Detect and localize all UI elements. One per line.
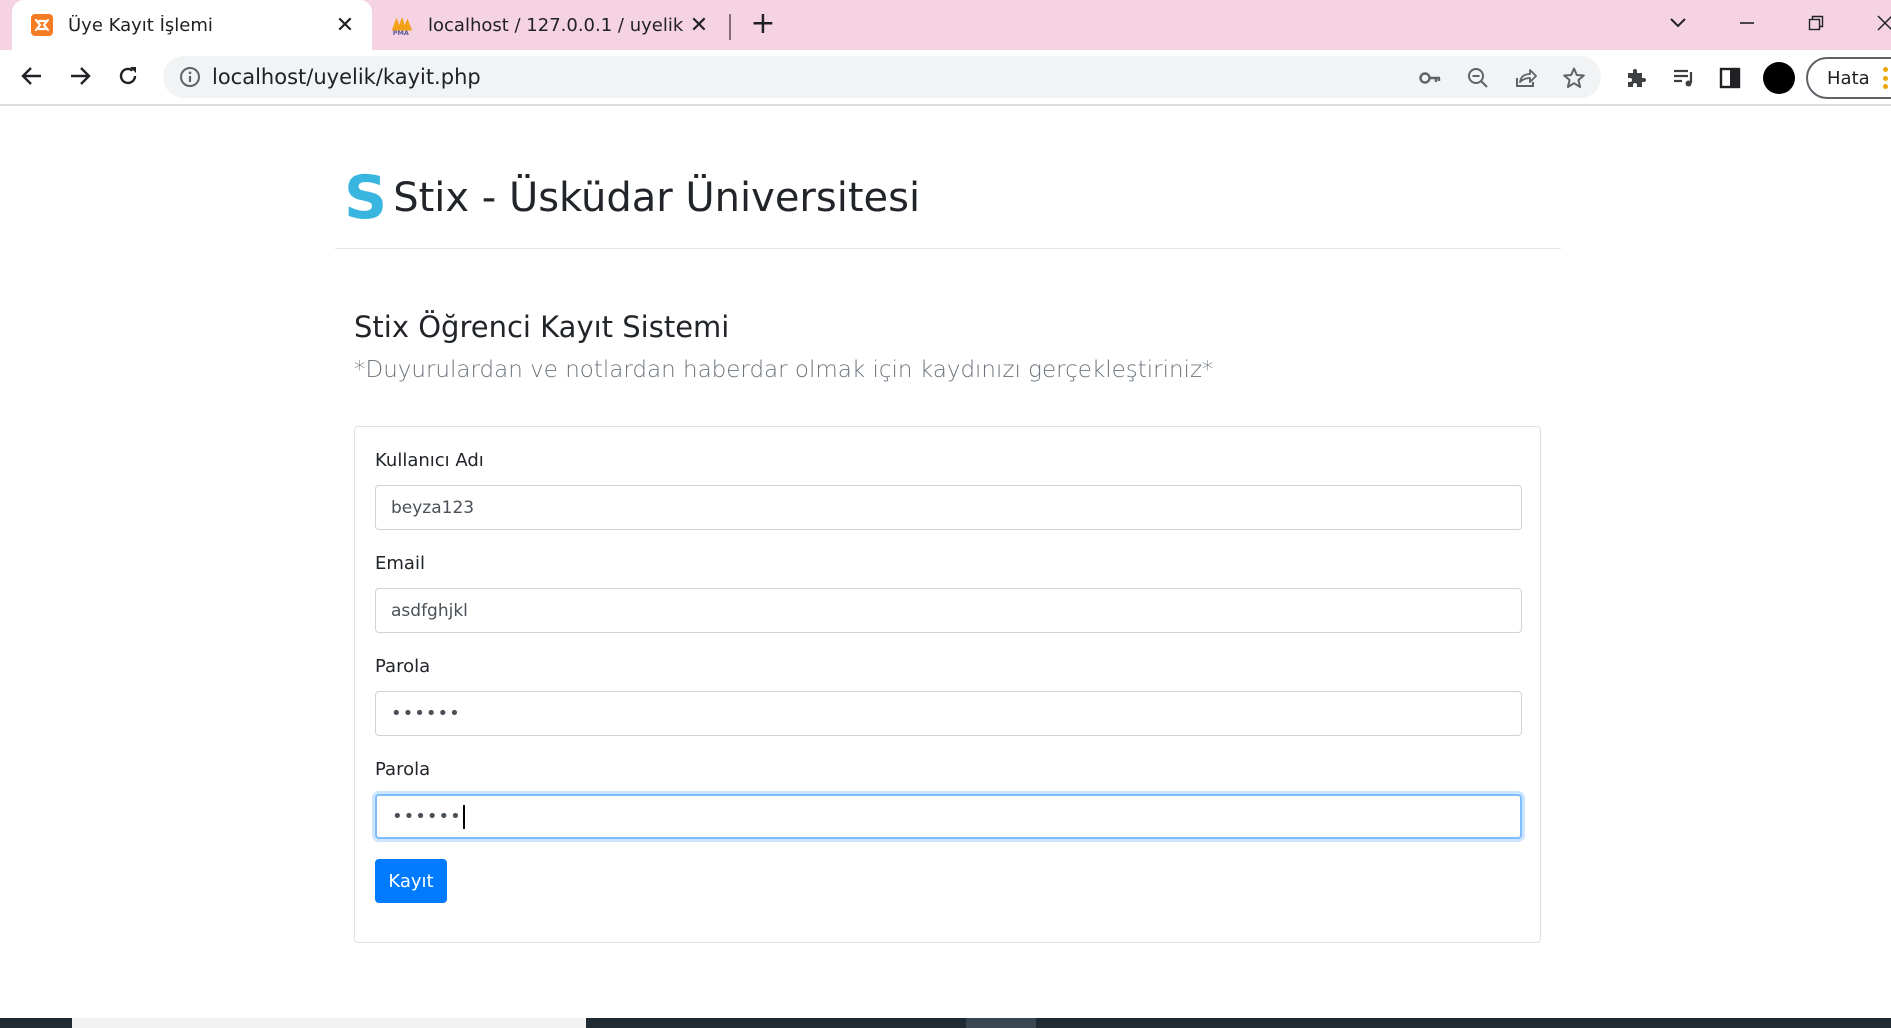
side-panel-icon[interactable]	[1716, 64, 1744, 92]
site-brand[interactable]: S Stix - Üsküdar Üniversitesi	[344, 168, 920, 228]
restore-icon[interactable]	[1799, 8, 1833, 38]
browser-toolbar: localhost/uyelik/kayit.php	[0, 50, 1891, 106]
extensions-puzzle-icon[interactable]	[1622, 64, 1650, 92]
tab-title: localhost / 127.0.0.1 / uyelik / kul	[428, 14, 686, 36]
password-label: Parola	[375, 656, 431, 677]
page-lead: *Duyurulardan ve notlardan haberdar olma…	[354, 357, 1214, 383]
forward-arrow-icon[interactable]	[62, 58, 98, 94]
phpmyadmin-icon: PMA	[390, 13, 414, 37]
svg-text:PMA: PMA	[393, 29, 409, 37]
email-input[interactable]	[375, 588, 1522, 633]
register-button[interactable]: Kayıt	[375, 859, 447, 903]
password-value: ••••••	[391, 703, 461, 724]
brand-logo: S	[344, 163, 388, 233]
site-info-icon[interactable]	[179, 66, 201, 88]
brand-name: Stix - Üsküdar Üniversitesi	[393, 175, 921, 221]
header-divider	[335, 248, 1561, 249]
password-input[interactable]: ••••••	[375, 691, 1522, 736]
tab-title: Üye Kayıt İşlemi	[68, 14, 213, 36]
tab-strip: Üye Kayıt İşlemi ✕ PMA localhost / 127.0…	[0, 0, 1891, 50]
key-icon[interactable]	[1416, 64, 1444, 92]
media-queue-icon[interactable]	[1670, 64, 1698, 92]
error-profile-label: Hata	[1827, 68, 1870, 89]
tab-phpmyadmin[interactable]: PMA localhost / 127.0.0.1 / uyelik / kul…	[374, 0, 726, 50]
zoom-out-icon[interactable]	[1464, 64, 1492, 92]
reload-icon[interactable]	[110, 58, 146, 94]
back-arrow-icon[interactable]	[14, 58, 50, 94]
close-tab-icon[interactable]: ✕	[686, 12, 712, 38]
menu-dots-icon[interactable]	[1883, 67, 1888, 89]
bookmark-star-icon[interactable]	[1560, 64, 1588, 92]
close-window-icon[interactable]	[1868, 8, 1891, 38]
password-confirm-input[interactable]: ••••••	[375, 794, 1522, 839]
error-profile-button[interactable]: Hata	[1806, 57, 1891, 99]
share-icon[interactable]	[1512, 64, 1540, 92]
tab-separator	[729, 14, 731, 40]
minimize-icon[interactable]	[1730, 8, 1764, 38]
profile-avatar[interactable]	[1763, 62, 1795, 94]
taskbar-edge	[0, 1018, 1891, 1028]
registration-form: Kullanıcı Adı Email Parola •••••• Parola…	[354, 426, 1541, 943]
xampp-icon	[30, 13, 54, 37]
page-title: Stix Öğrenci Kayıt Sistemi	[354, 310, 730, 344]
close-tab-icon[interactable]: ✕	[332, 12, 358, 38]
tab-uye-kayit[interactable]: Üye Kayıt İşlemi ✕	[12, 0, 372, 50]
password-confirm-value: ••••••	[392, 806, 462, 827]
taskbar-item[interactable]	[966, 1018, 1036, 1028]
email-label: Email	[375, 553, 425, 574]
username-label: Kullanıcı Adı	[375, 450, 484, 471]
tab-search-icon[interactable]	[1661, 8, 1695, 38]
new-tab-button[interactable]: +	[748, 9, 778, 40]
address-bar[interactable]: localhost/uyelik/kayit.php	[163, 56, 1601, 98]
text-caret	[462, 804, 465, 829]
taskbar-window-preview[interactable]	[72, 1018, 586, 1028]
username-input[interactable]	[375, 485, 1522, 530]
url-text[interactable]: localhost/uyelik/kayit.php	[212, 65, 481, 89]
password-confirm-label: Parola	[375, 759, 431, 780]
